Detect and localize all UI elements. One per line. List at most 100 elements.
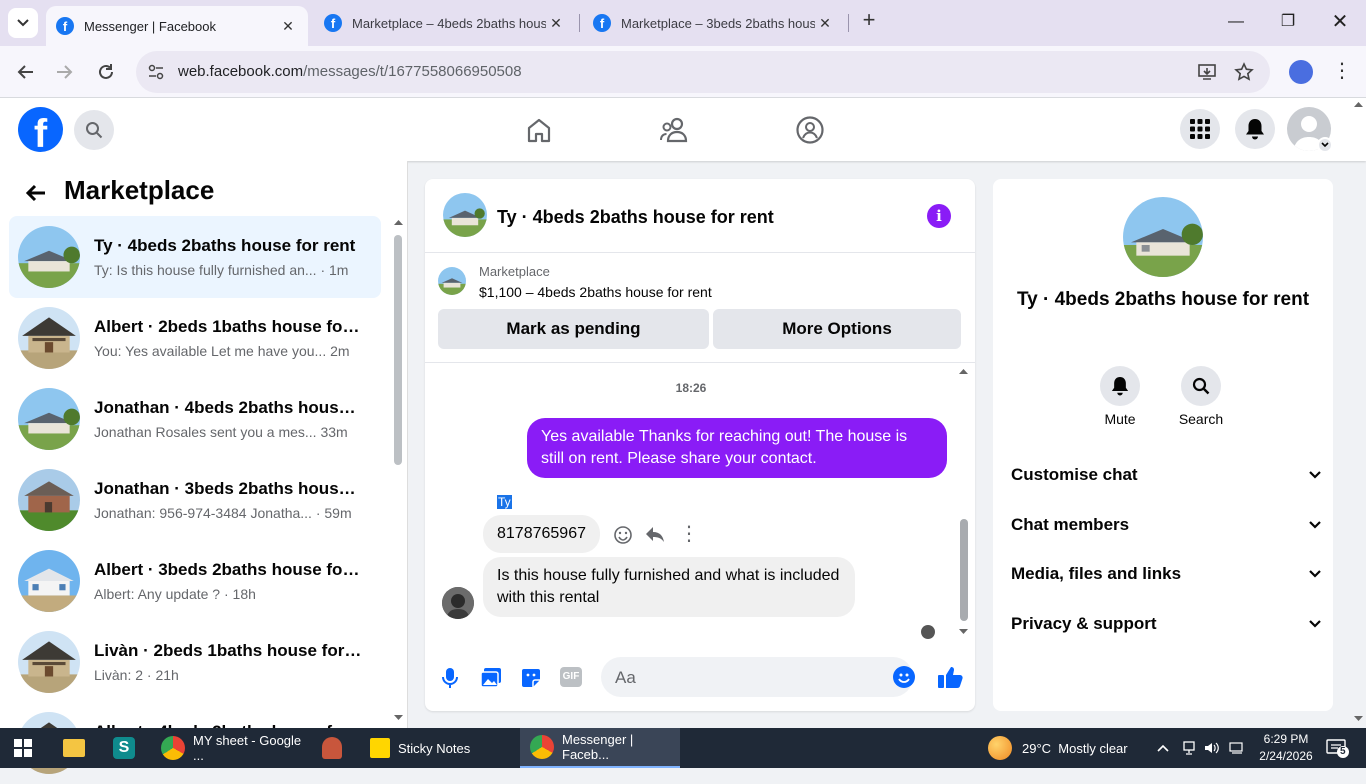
battery-icon[interactable] <box>1229 728 1245 768</box>
chat-scroll-down-arrow[interactable] <box>959 629 968 635</box>
notifications-button[interactable] <box>1235 109 1275 149</box>
microphone-icon[interactable] <box>441 667 459 689</box>
incoming-message-phone[interactable]: 8178765967 <box>483 515 600 553</box>
taskbar-messenger[interactable]: Messenger | Faceb... <box>520 728 680 768</box>
listing-title[interactable]: $1,100 – 4beds 2baths house for rent <box>479 284 712 300</box>
photo-icon[interactable] <box>480 667 502 689</box>
conversation-item[interactable]: Albert · 3beds 2baths house for ... Alber… <box>9 540 381 622</box>
paint-app-button[interactable] <box>322 728 350 768</box>
mark-as-pending-button[interactable]: Mark as pending <box>438 309 709 349</box>
page-scroll-up-arrow[interactable] <box>1354 101 1363 107</box>
customise-chat-section[interactable]: Customise chat <box>1011 460 1321 490</box>
close-tab-icon[interactable]: ✕ <box>815 15 835 32</box>
conversation-time: 33m <box>320 424 348 440</box>
folder-icon <box>63 739 85 757</box>
conversation-item[interactable]: Livàn · 2beds 1baths house for r... Livàn… <box>9 621 381 703</box>
home-nav[interactable] <box>522 113 556 147</box>
gif-icon[interactable]: GIF <box>560 667 582 687</box>
message-input[interactable]: Aa <box>601 657 915 697</box>
notification-center-button[interactable]: 5 <box>1326 728 1349 768</box>
file-explorer-button[interactable] <box>63 728 93 768</box>
conversation-name: Jonathan · 3beds 2baths house f... <box>94 479 364 498</box>
incoming-message-question[interactable]: Is this house fully furnished and what i… <box>483 557 855 617</box>
info-icon[interactable]: i <box>927 204 951 228</box>
new-tab-button[interactable]: + <box>858 9 880 32</box>
chat-scroll-up-arrow[interactable] <box>959 368 968 374</box>
windows-taskbar: S MY sheet - Google ... Sticky Notes Mes… <box>0 728 1366 768</box>
close-tab-icon[interactable]: ✕ <box>546 15 566 32</box>
volume-icon[interactable] <box>1204 728 1220 768</box>
outgoing-message[interactable]: Yes available Thanks for reaching out! T… <box>527 418 947 478</box>
show-hidden-icons[interactable] <box>1157 728 1169 768</box>
media-files-links-section[interactable]: Media, files and links <box>1011 559 1321 589</box>
chat-members-section[interactable]: Chat members <box>1011 510 1321 540</box>
conversation-name: Albert · 3beds 2baths house for ... <box>94 560 364 579</box>
conversation-name: Livàn · 2beds 1baths house for r... <box>94 641 364 660</box>
paint-brush-icon <box>322 737 342 759</box>
reload-button[interactable] <box>92 58 120 86</box>
chat-scrollbar-thumb[interactable] <box>960 519 968 621</box>
bookmark-star-icon <box>1234 62 1254 81</box>
home-icon <box>527 118 551 143</box>
friends-nav[interactable] <box>657 113 691 147</box>
tab-marketplace-4beds[interactable]: f Marketplace – 4beds 2baths house for r… <box>314 0 576 46</box>
react-icon[interactable] <box>613 525 633 545</box>
facebook-logo-icon[interactable]: f <box>18 107 63 152</box>
close-tab-icon[interactable]: ✕ <box>278 18 298 35</box>
scroll-up-arrow[interactable] <box>394 219 403 227</box>
listing-thumbnail[interactable] <box>438 267 466 295</box>
menu-button[interactable] <box>1180 109 1220 149</box>
conversation-item[interactable]: Jonathan · 4beds 2baths house f... Jonath… <box>9 378 381 460</box>
search-button[interactable] <box>74 110 114 150</box>
conversation-item[interactable]: Albert · 2beds 1baths house for ... You: … <box>9 297 381 379</box>
more-actions-icon[interactable]: ⋮ <box>679 524 699 544</box>
conversation-time: · 1m <box>320 262 349 278</box>
details-avatar[interactable] <box>1123 197 1203 277</box>
like-thumb-icon[interactable] <box>937 665 963 689</box>
page-scroll-down-arrow[interactable] <box>1354 716 1363 722</box>
browser-menu-icon[interactable]: ⋮ <box>1332 60 1352 82</box>
groups-nav[interactable] <box>793 113 827 147</box>
reply-icon[interactable] <box>645 526 665 544</box>
privacy-support-section[interactable]: Privacy & support <box>1011 609 1321 639</box>
chrome-icon <box>530 735 554 759</box>
minimize-button[interactable]: — <box>1220 8 1252 36</box>
address-bar[interactable]: web.facebook.com/messages/t/167755806695… <box>136 51 1270 93</box>
sway-app-button[interactable]: S <box>113 728 143 768</box>
groups-icon <box>796 116 824 144</box>
start-button[interactable] <box>14 728 32 768</box>
read-receipt-avatar <box>921 625 935 639</box>
scroll-down-arrow[interactable] <box>394 715 403 723</box>
clock[interactable]: 6:29 PM 2/24/2026 <box>1254 731 1318 765</box>
sender-avatar[interactable] <box>442 587 474 619</box>
tab-marketplace-3beds[interactable]: f Marketplace – 3beds 2baths house for r… <box>583 0 845 46</box>
tab-search-button[interactable] <box>8 8 38 38</box>
mute-button[interactable] <box>1100 366 1140 406</box>
taskbar-sticky-notes[interactable]: Sticky Notes <box>362 728 512 768</box>
site-info-icon <box>148 64 164 80</box>
close-window-button[interactable]: ✕ <box>1324 8 1356 36</box>
profile-avatar-icon[interactable] <box>1289 60 1313 84</box>
message-timestamp: 18:26 <box>675 381 707 395</box>
weather-widget[interactable]: 29°C Mostly clear <box>988 728 1128 768</box>
more-options-button[interactable]: More Options <box>713 309 961 349</box>
back-arrow-icon[interactable] <box>24 181 48 205</box>
conversation-item[interactable]: Ty · 4beds 2baths house for rent Ty: Is t… <box>9 216 381 298</box>
message-input-placeholder: Aa <box>615 668 636 687</box>
conversation-avatar <box>18 631 80 693</box>
account-chevron-icon[interactable] <box>1317 137 1333 153</box>
forward-button[interactable] <box>50 58 78 86</box>
network-icon[interactable] <box>1182 728 1196 768</box>
chat-title[interactable]: Ty · 4beds 2baths house for rent <box>497 207 774 228</box>
s-app-icon: S <box>113 737 135 759</box>
emoji-icon[interactable] <box>893 666 915 688</box>
sidebar-scrollbar-thumb[interactable] <box>394 235 402 465</box>
taskbar-google-sheets[interactable]: MY sheet - Google ... <box>153 728 305 768</box>
conversation-item[interactable]: Jonathan · 3beds 2baths house f... Jonath… <box>9 459 381 541</box>
tab-messenger[interactable]: f Messenger | Facebook ✕ <box>46 6 308 46</box>
sticker-icon[interactable] <box>520 667 542 689</box>
back-button[interactable] <box>12 58 40 86</box>
chat-avatar[interactable] <box>443 193 487 237</box>
search-chat-button[interactable] <box>1181 366 1221 406</box>
restore-button[interactable]: ❐ <box>1272 8 1304 36</box>
